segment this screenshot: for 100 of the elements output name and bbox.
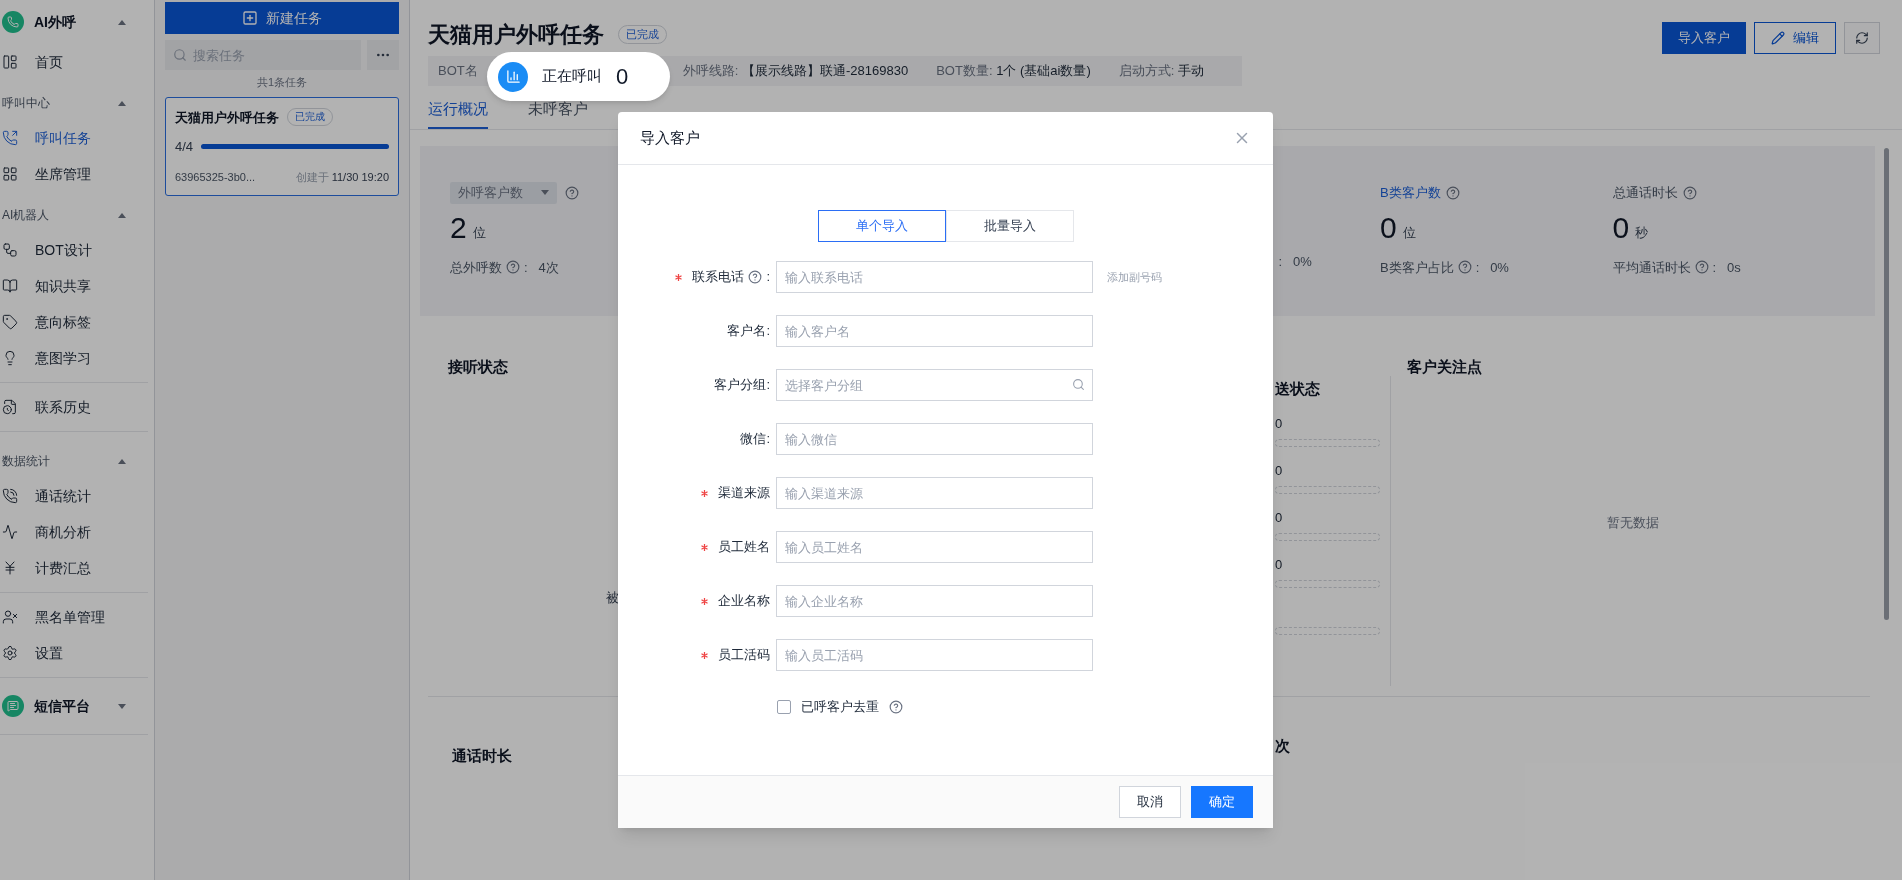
sidebar-item[interactable]: 意向标签 bbox=[0, 304, 154, 340]
tab[interactable]: 批量导入 bbox=[945, 210, 1074, 242]
section-title: 接听状态 bbox=[448, 356, 509, 377]
help-icon[interactable] bbox=[506, 260, 520, 275]
created-time: 创建于 11/30 19:20 bbox=[295, 169, 389, 185]
import-button[interactable]: 导入客户 bbox=[1662, 22, 1746, 54]
status-count: 0 bbox=[1275, 414, 1284, 433]
caret-icon[interactable] bbox=[118, 19, 126, 25]
menu-icon bbox=[2, 524, 18, 540]
stat-sub-label: B类客户占比 bbox=[1380, 258, 1454, 277]
menu-icon bbox=[2, 350, 18, 366]
search-icon bbox=[1072, 378, 1085, 391]
field-label: 微信: bbox=[740, 430, 770, 449]
menu-icon bbox=[2, 278, 18, 294]
task-id: 63965325-3b0... bbox=[175, 169, 256, 185]
chart-icon bbox=[498, 61, 528, 92]
checkbox-label: 已呼客户去重 bbox=[801, 698, 879, 716]
search-select[interactable]: 选择客户分组 bbox=[776, 369, 1093, 401]
field-label: 员工姓名 bbox=[718, 538, 770, 557]
menu-icon bbox=[2, 166, 18, 182]
calling-count: 0 bbox=[616, 63, 629, 91]
sidebar-item[interactable]: 设置 bbox=[0, 635, 154, 671]
sidebar-group-header[interactable]: 呼叫中心 bbox=[0, 86, 154, 120]
sidebar-item[interactable]: 计费汇总 bbox=[0, 550, 154, 586]
sidebar-item[interactable]: 呼叫任务 bbox=[0, 120, 154, 156]
new-task-button[interactable]: 新建任务 bbox=[165, 2, 399, 34]
stat-sub-value: : 4次 bbox=[524, 258, 559, 277]
menu-icon bbox=[2, 488, 18, 504]
input-field[interactable]: 输入企业名称 bbox=[776, 585, 1093, 617]
sidebar-item[interactable]: 首页 bbox=[0, 44, 154, 80]
field-label: 联系电话 bbox=[692, 268, 745, 287]
section-title: 通话时长 bbox=[452, 745, 513, 766]
progress-text: 4/4 bbox=[175, 138, 194, 156]
sidebar-item[interactable]: 知识共享 bbox=[0, 268, 154, 304]
help-icon[interactable] bbox=[1457, 260, 1472, 275]
sidebar-group-header[interactable]: AI机器人 bbox=[0, 198, 154, 232]
input-field[interactable]: 输入渠道来源 bbox=[776, 477, 1093, 509]
section-title: 送状态 bbox=[1275, 378, 1321, 399]
sidebar-item[interactable]: 坐席管理 bbox=[0, 156, 154, 192]
edit-button[interactable]: 编辑 bbox=[1754, 22, 1836, 54]
input-field[interactable]: 输入联系电话 bbox=[776, 261, 1093, 293]
caret-icon[interactable] bbox=[118, 458, 126, 464]
sidebar-item[interactable]: 黑名单管理 bbox=[0, 599, 154, 635]
sidebar-group-header[interactable]: 数据统计 bbox=[0, 444, 154, 478]
checkbox[interactable] bbox=[777, 699, 791, 714]
help-icon[interactable] bbox=[1682, 185, 1697, 200]
help-icon[interactable] bbox=[889, 699, 903, 714]
sidebar-item[interactable]: 联系历史 bbox=[0, 389, 154, 425]
stat-value: 2 bbox=[450, 211, 467, 244]
sidebar-item[interactable]: 意图学习 bbox=[0, 340, 154, 376]
refresh-button[interactable] bbox=[1844, 22, 1880, 54]
field-colon: : bbox=[766, 268, 770, 287]
dialog-title: 导入客户 bbox=[640, 127, 700, 148]
help-icon[interactable] bbox=[748, 270, 763, 284]
tab[interactable]: 单个导入 bbox=[817, 210, 946, 242]
field-label: 客户名: bbox=[727, 322, 770, 341]
caret-icon[interactable] bbox=[118, 703, 126, 709]
section-title: 次 bbox=[1275, 735, 1290, 756]
search-icon bbox=[173, 48, 187, 62]
caret-icon[interactable] bbox=[118, 100, 126, 106]
status-count: 0 bbox=[1275, 508, 1284, 527]
caret-icon[interactable] bbox=[118, 212, 126, 218]
stat-label: 总通话时长 bbox=[1612, 183, 1678, 202]
stat-value: 0 bbox=[1380, 211, 1397, 244]
scrollbar-thumb[interactable] bbox=[1884, 148, 1889, 620]
calling-pill[interactable]: 正在呼叫 0 bbox=[487, 52, 670, 101]
sidebar-item[interactable]: 通话统计 bbox=[0, 478, 154, 514]
stat-sub-label: 平均通话时长 bbox=[1612, 258, 1691, 277]
stat-unit: 位 bbox=[472, 224, 486, 242]
dropdown-caret-icon[interactable] bbox=[541, 190, 549, 195]
confirm-button[interactable]: 确定 bbox=[1191, 786, 1253, 818]
info-item: 外呼线路: 【展示线路】联通-28169830 bbox=[682, 62, 909, 81]
page-title: 天猫用户外呼任务 bbox=[428, 21, 604, 49]
menu-icon bbox=[2, 130, 18, 146]
input-field[interactable]: 输入员工姓名 bbox=[776, 531, 1093, 563]
cancel-button[interactable]: 取消 bbox=[1119, 786, 1181, 818]
tab[interactable]: 未呼客户 bbox=[528, 98, 588, 129]
field-label: 企业名称 bbox=[718, 592, 770, 611]
stat-sub-value: : 0% bbox=[1278, 252, 1312, 271]
stat-sub-value: : 0s bbox=[1712, 258, 1741, 277]
pencil-icon bbox=[1771, 31, 1785, 45]
task-card[interactable]: 天猫用户外呼任务 已完成 4/4 63965325-3b0... 创建于 11/30 19:20 bbox=[165, 96, 399, 196]
refresh-icon bbox=[1855, 31, 1869, 45]
calling-label: 正在呼叫 bbox=[542, 66, 602, 87]
sidebar-item[interactable]: BOT设计 bbox=[0, 232, 154, 268]
input-field[interactable]: 输入员工活码 bbox=[776, 639, 1093, 671]
stat-link[interactable]: B类客户数 bbox=[1380, 182, 1441, 203]
menu-icon bbox=[2, 399, 18, 415]
sidebar-item[interactable]: 商机分析 bbox=[0, 514, 154, 550]
info-item: 启动方式: 手动 bbox=[1118, 62, 1204, 81]
help-icon[interactable] bbox=[565, 185, 579, 200]
help-icon[interactable] bbox=[1445, 185, 1460, 200]
input-field[interactable]: 输入客户名 bbox=[776, 315, 1093, 347]
input-field[interactable]: 输入微信 bbox=[776, 423, 1093, 455]
help-icon[interactable] bbox=[1694, 260, 1709, 275]
menu-icon bbox=[2, 314, 18, 330]
tab[interactable]: 运行概况 bbox=[428, 98, 488, 129]
stat-unit: 位 bbox=[1402, 224, 1416, 242]
task-count: 共1条任务 bbox=[255, 75, 309, 90]
status-count: 0 bbox=[1275, 555, 1284, 574]
